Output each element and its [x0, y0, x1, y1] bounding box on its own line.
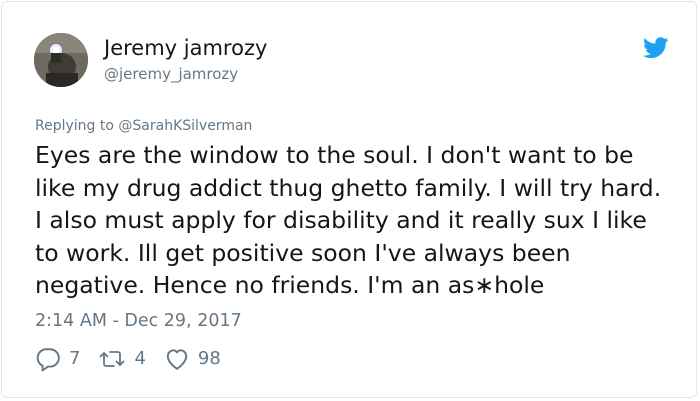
like-button[interactable]: 98	[164, 346, 221, 372]
retweet-button[interactable]: 4	[98, 346, 146, 372]
twitter-bird-icon[interactable]	[643, 37, 669, 59]
avatar-photo	[34, 33, 88, 87]
tweet-card: Jeremy jamrozy @jeremy_jamrozy Replying …	[1, 1, 697, 398]
tweet-timestamp[interactable]: 2:14 AM - Dec 29, 2017	[35, 309, 242, 333]
user-handle[interactable]: @jeremy_jamrozy	[104, 64, 238, 84]
like-count: 98	[197, 348, 221, 369]
retweet-icon	[100, 351, 125, 367]
tweet-text: Eyes are the window to the soul. I don't…	[35, 141, 662, 299]
heart-icon	[166, 349, 188, 370]
reply-button[interactable]: 7	[35, 346, 80, 372]
tweet-actions: 7 4 98	[35, 345, 239, 373]
avatar[interactable]	[34, 33, 88, 87]
replying-to-mention[interactable]: @SarahKSilverman	[118, 118, 252, 134]
reply-count: 7	[69, 348, 81, 369]
display-name[interactable]: Jeremy jamrozy	[104, 35, 267, 61]
replying-to: Replying to @SarahKSilverman	[35, 117, 252, 135]
retweet-count: 4	[134, 348, 146, 369]
reply-bubble-icon	[36, 348, 60, 372]
replying-to-prefix: Replying to	[35, 118, 119, 134]
